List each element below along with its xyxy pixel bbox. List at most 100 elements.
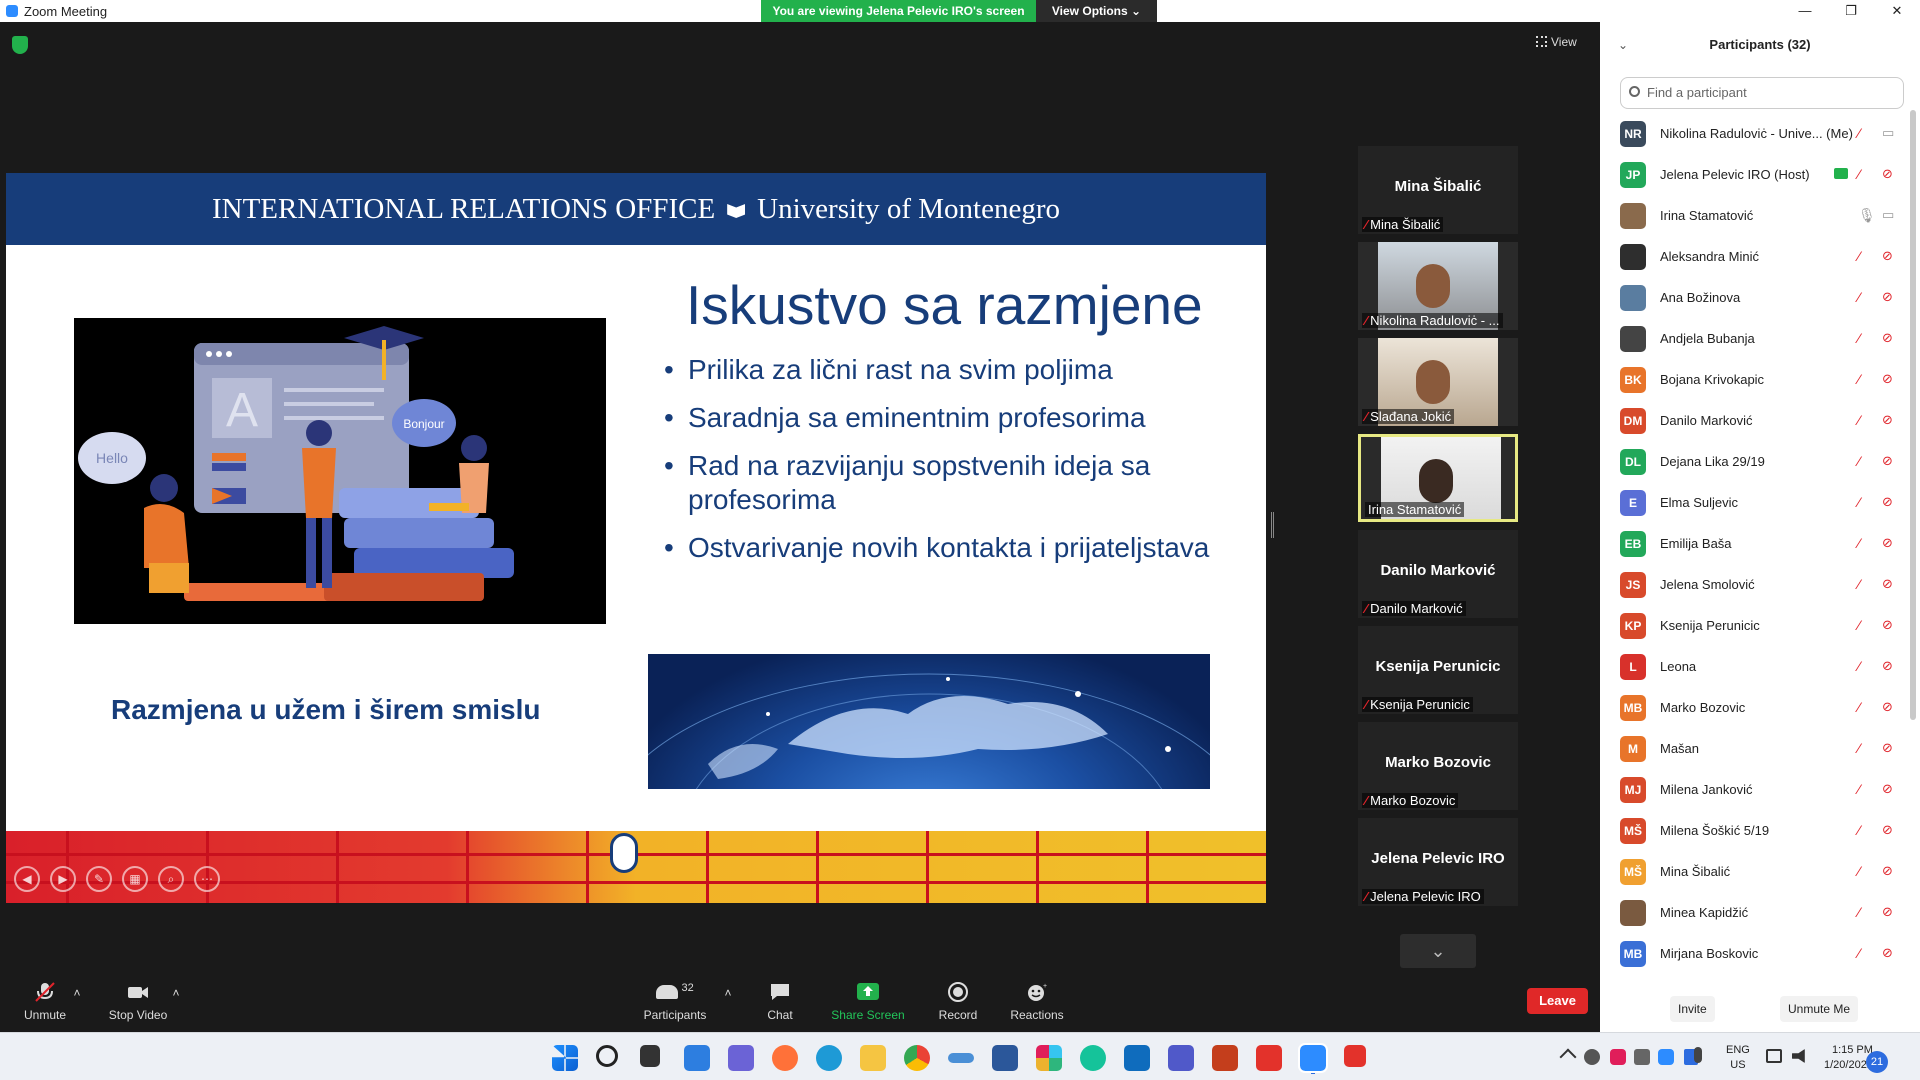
camera-off-icon[interactable]: ⊘	[1882, 863, 1900, 879]
mic-icon[interactable]: 🎙	[1858, 207, 1876, 223]
camera-off-icon[interactable]: ⊘	[1882, 494, 1900, 510]
participant-row[interactable]: DL Dejana Lika 29/19 ⁄ ⊘	[1600, 441, 1906, 482]
participant-row[interactable]: Aleksandra Minić ⁄ ⊘	[1600, 236, 1906, 277]
audio-options-caret[interactable]: ˄	[70, 986, 84, 1000]
record-button[interactable]: Record	[935, 982, 981, 1022]
video-tile[interactable]: ⁄ Nikolina Raduloviċ - ...	[1358, 242, 1518, 330]
tray-sync-icon[interactable]	[1634, 1049, 1650, 1065]
tray-app-icon[interactable]	[1584, 1049, 1600, 1065]
muted-mic-icon[interactable]: ⁄	[1858, 535, 1874, 551]
notification-badge[interactable]: 21	[1866, 1051, 1888, 1073]
camera-off-icon[interactable]: ⊘	[1882, 289, 1900, 305]
show-hidden-icons-icon[interactable]	[1559, 1048, 1577, 1066]
slides-grid-icon[interactable]: ▦	[122, 866, 148, 892]
file-explorer-icon[interactable]	[860, 1045, 886, 1071]
muted-mic-icon[interactable]: ⁄	[1858, 330, 1874, 346]
muted-mic-icon[interactable]: ⁄	[1858, 658, 1874, 674]
participant-row[interactable]: MB Mirjana Boskovic ⁄ ⊘	[1600, 933, 1906, 974]
prev-slide-icon[interactable]: ◀	[14, 866, 40, 892]
participant-row[interactable]: E Elma Suljevic ⁄ ⊘	[1600, 482, 1906, 523]
input-language[interactable]: ENG US	[1726, 1043, 1750, 1073]
video-tile[interactable]: Jelena Pelevic IRO ⁄ Jelena Pelevic IRO	[1358, 818, 1518, 906]
muted-mic-icon[interactable]: ⁄	[1858, 863, 1874, 879]
strip-scroll-down-button[interactable]: ⌄	[1400, 934, 1476, 968]
word-icon[interactable]	[992, 1045, 1018, 1071]
invite-button[interactable]: Invite	[1670, 996, 1715, 1022]
participant-row[interactable]: Minea Kapidžić ⁄ ⊘	[1600, 892, 1906, 933]
task-view-icon[interactable]	[640, 1045, 660, 1067]
camera-off-icon[interactable]: ⊘	[1882, 248, 1900, 264]
muted-mic-icon[interactable]: ⁄	[1858, 781, 1874, 797]
muted-mic-icon[interactable]: ⁄	[1858, 699, 1874, 715]
microphone-icon[interactable]	[1694, 1047, 1702, 1063]
camera-off-icon[interactable]: ⊘	[1882, 412, 1900, 428]
video-tile[interactable]: Mina Šibalić ⁄ Mina Šibalić	[1358, 146, 1518, 234]
leave-button[interactable]: Leave	[1527, 988, 1588, 1014]
participant-row[interactable]: Andjela Bubanja ⁄ ⊘	[1600, 318, 1906, 359]
camera-off-icon[interactable]: ⊘	[1882, 371, 1900, 387]
grammarly-icon[interactable]	[1080, 1045, 1106, 1071]
participants-button[interactable]: 32 Participants	[642, 982, 708, 1022]
participant-search-input[interactable]: Find a participant	[1620, 77, 1904, 109]
camera-off-icon[interactable]: ⊘	[1882, 576, 1900, 592]
slack-icon[interactable]	[1036, 1045, 1062, 1071]
muted-mic-icon[interactable]: ⁄	[1858, 412, 1874, 428]
participant-row[interactable]: Irina Stamatović 🎙 ▭	[1600, 195, 1906, 236]
camera-off-icon[interactable]: ⊘	[1882, 617, 1900, 633]
video-tile-active-speaker[interactable]: Irina Stamatović	[1358, 434, 1518, 522]
view-options-button[interactable]: View Options ⌄	[1036, 0, 1157, 22]
start-menu-icon[interactable]	[552, 1045, 578, 1071]
stop-video-button[interactable]: Stop Video	[106, 982, 170, 1022]
unmute-me-button[interactable]: Unmute Me	[1780, 996, 1859, 1022]
participant-row[interactable]: NR Nikolina Raduloviċ - Unive... (Me) ⁄ ▭	[1600, 113, 1906, 154]
more-options-icon[interactable]: ⋯	[194, 866, 220, 892]
participant-row[interactable]: L Leona ⁄ ⊘	[1600, 646, 1906, 687]
chrome-icon[interactable]	[904, 1045, 930, 1071]
camera-off-icon[interactable]: ⊘	[1882, 166, 1900, 182]
participant-row[interactable]: EB Emilija Baša ⁄ ⊘	[1600, 523, 1906, 564]
display-icon[interactable]	[1766, 1049, 1782, 1063]
camera-off-icon[interactable]: ⊘	[1882, 904, 1900, 920]
participant-row[interactable]: MŠ Mina Šibalić ⁄ ⊘	[1600, 851, 1906, 892]
muted-mic-icon[interactable]: ⁄	[1858, 576, 1874, 592]
camera-off-icon[interactable]: ⊘	[1882, 781, 1900, 797]
muted-mic-icon[interactable]: ⁄	[1858, 453, 1874, 469]
outlook-icon[interactable]	[1124, 1045, 1150, 1071]
participant-row[interactable]: M Mašan ⁄ ⊘	[1600, 728, 1906, 769]
muted-mic-icon[interactable]: ⁄	[1858, 248, 1874, 264]
teams-chat-icon[interactable]	[728, 1045, 754, 1071]
pdf-reader-icon[interactable]	[1256, 1045, 1282, 1071]
camera-off-icon[interactable]: ⊘	[1882, 453, 1900, 469]
muted-mic-icon[interactable]: ⁄	[1858, 945, 1874, 961]
edge-icon[interactable]	[816, 1045, 842, 1071]
muted-mic-icon[interactable]: ⁄	[1858, 289, 1874, 305]
participant-list-scrollbar[interactable]	[1910, 110, 1916, 720]
participant-row[interactable]: KP Ksenija Perunicic ⁄ ⊘	[1600, 605, 1906, 646]
camera-off-icon[interactable]: ⊘	[1882, 658, 1900, 674]
view-button[interactable]: View	[1536, 32, 1586, 52]
participants-options-caret[interactable]: ˄	[721, 986, 735, 1000]
participant-row[interactable]: MŠ Milena Šoškić 5/19 ⁄ ⊘	[1600, 810, 1906, 851]
split-handle[interactable]	[1271, 512, 1274, 538]
powerpoint-icon[interactable]	[1212, 1045, 1238, 1071]
security-shield-icon[interactable]	[12, 36, 28, 54]
chat-button[interactable]: Chat	[760, 982, 800, 1022]
muted-mic-icon[interactable]: ⁄	[1858, 125, 1874, 141]
muted-mic-icon[interactable]: ⁄	[1858, 822, 1874, 838]
participant-row[interactable]: MB Marko Bozovic ⁄ ⊘	[1600, 687, 1906, 728]
tray-slack-icon[interactable]	[1610, 1049, 1626, 1065]
reactions-button[interactable]: + Reactions	[1010, 982, 1064, 1022]
camera-off-icon[interactable]: ⊘	[1882, 535, 1900, 551]
muted-mic-icon[interactable]: ⁄	[1858, 740, 1874, 756]
camera-off-icon[interactable]: ⊘	[1882, 330, 1900, 346]
zoom-icon[interactable]: ⌕	[158, 866, 184, 892]
minimize-icon[interactable]: —	[1782, 0, 1828, 22]
teams-icon[interactable]	[1168, 1045, 1194, 1071]
next-slide-icon[interactable]: ▶	[50, 866, 76, 892]
muted-mic-icon[interactable]: ⁄	[1858, 904, 1874, 920]
share-screen-button[interactable]: Share Screen	[830, 982, 906, 1022]
app-icon[interactable]	[948, 1053, 974, 1063]
participant-row[interactable]: JS Jelena Smolović ⁄ ⊘	[1600, 564, 1906, 605]
video-options-caret[interactable]: ˄	[169, 986, 183, 1000]
video-tile[interactable]: ⁄ Slađana Jokić	[1358, 338, 1518, 426]
